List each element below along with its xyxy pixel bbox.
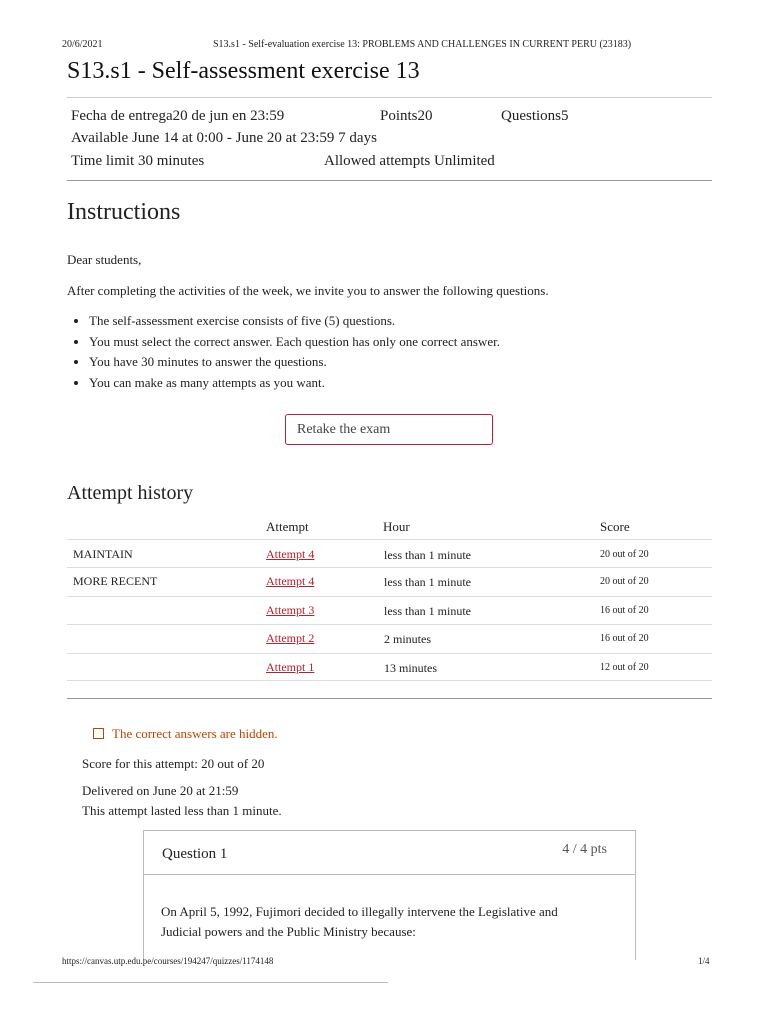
print-date: 20/6/2021 bbox=[62, 39, 103, 50]
question-count: Questions5 bbox=[501, 108, 569, 124]
instructions-list: The self-assessment exercise consists of… bbox=[67, 311, 500, 393]
list-item: You must select the correct answer. Each… bbox=[89, 332, 500, 353]
divider bbox=[33, 982, 388, 983]
attempt-score-summary: Score for this attempt: 20 out of 20 bbox=[82, 756, 265, 771]
attempt-link[interactable]: Attempt 1 bbox=[266, 660, 314, 675]
row-divider bbox=[67, 596, 712, 597]
points-total: Points20 bbox=[380, 108, 433, 124]
delivered-date: Delivered on June 20 at 21:59 bbox=[82, 783, 239, 798]
page-title: S13.s1 - Self-assessment exercise 13 bbox=[67, 58, 420, 84]
attempt-link[interactable]: Attempt 4 bbox=[266, 547, 314, 562]
question-points: 4 / 4 pts bbox=[562, 842, 607, 857]
row-label: MORE RECENT bbox=[73, 574, 158, 588]
retake-exam-button[interactable]: Retake the exam bbox=[285, 414, 493, 445]
list-item: You can make as many attempts as you wan… bbox=[89, 373, 500, 394]
attempt-history-heading: Attempt history bbox=[67, 482, 194, 504]
attempt-score: 16 out of 20 bbox=[600, 605, 649, 616]
attempt-link[interactable]: Attempt 3 bbox=[266, 603, 314, 618]
attempt-duration: less than 1 minute bbox=[384, 575, 471, 589]
divider bbox=[67, 698, 712, 699]
attempt-score: 16 out of 20 bbox=[600, 633, 649, 644]
time-limit: Time limit 30 minutes bbox=[71, 153, 205, 169]
list-item: The self-assessment exercise consists of… bbox=[89, 311, 500, 332]
question-card: Question 1 4 / 4 pts On April 5, 1992, F… bbox=[143, 830, 636, 960]
attempt-link[interactable]: Attempt 2 bbox=[266, 631, 314, 646]
list-item: You have 30 minutes to answer the questi… bbox=[89, 352, 500, 373]
due-date: Fecha de entrega20 de jun en 23:59 bbox=[71, 108, 285, 124]
availability: Available June 14 at 0:00 - June 20 at 2… bbox=[71, 130, 377, 146]
question-text: On April 5, 1992, Fujimori decided to il… bbox=[161, 904, 558, 939]
print-page-title: S13.s1 - Self-evaluation exercise 13: PR… bbox=[213, 39, 632, 50]
column-header-hour: Hour bbox=[383, 519, 410, 534]
row-label: MAINTAIN bbox=[73, 547, 133, 561]
hidden-answers-notice: The correct answers are hidden. bbox=[93, 726, 278, 742]
column-header-score: Score bbox=[600, 519, 630, 534]
instructions-heading: Instructions bbox=[67, 199, 181, 225]
attempt-score: 20 out of 20 bbox=[600, 549, 649, 560]
row-divider bbox=[67, 567, 712, 568]
row-divider bbox=[67, 680, 712, 681]
divider bbox=[67, 180, 712, 181]
intro-text: After completing the activities of the w… bbox=[67, 283, 549, 298]
attempt-duration: 13 minutes bbox=[384, 661, 437, 675]
divider bbox=[67, 97, 712, 98]
row-divider bbox=[67, 624, 712, 625]
warning-icon bbox=[93, 728, 104, 739]
allowed-attempts: Allowed attempts Unlimited bbox=[324, 153, 495, 169]
question-title: Question 1 bbox=[162, 846, 228, 862]
attempt-duration: less than 1 minute bbox=[384, 604, 471, 618]
row-divider bbox=[67, 539, 712, 540]
column-header-attempt: Attempt bbox=[266, 519, 309, 534]
print-footer-url: https://canvas.utp.edu.pe/courses/194247… bbox=[62, 956, 274, 966]
question-header: Question 1 4 / 4 pts bbox=[144, 831, 635, 875]
attempt-duration: 2 minutes bbox=[384, 632, 431, 646]
attempt-score: 12 out of 20 bbox=[600, 662, 649, 673]
greeting-text: Dear students, bbox=[67, 252, 142, 267]
attempt-duration: less than 1 minute bbox=[384, 548, 471, 562]
attempt-link[interactable]: Attempt 4 bbox=[266, 574, 314, 589]
attempt-score: 20 out of 20 bbox=[600, 576, 649, 587]
hidden-answers-text: The correct answers are hidden. bbox=[112, 726, 278, 741]
print-page-number: 1/4 bbox=[698, 956, 710, 966]
row-divider bbox=[67, 653, 712, 654]
attempt-duration-summary: This attempt lasted less than 1 minute. bbox=[82, 803, 282, 818]
